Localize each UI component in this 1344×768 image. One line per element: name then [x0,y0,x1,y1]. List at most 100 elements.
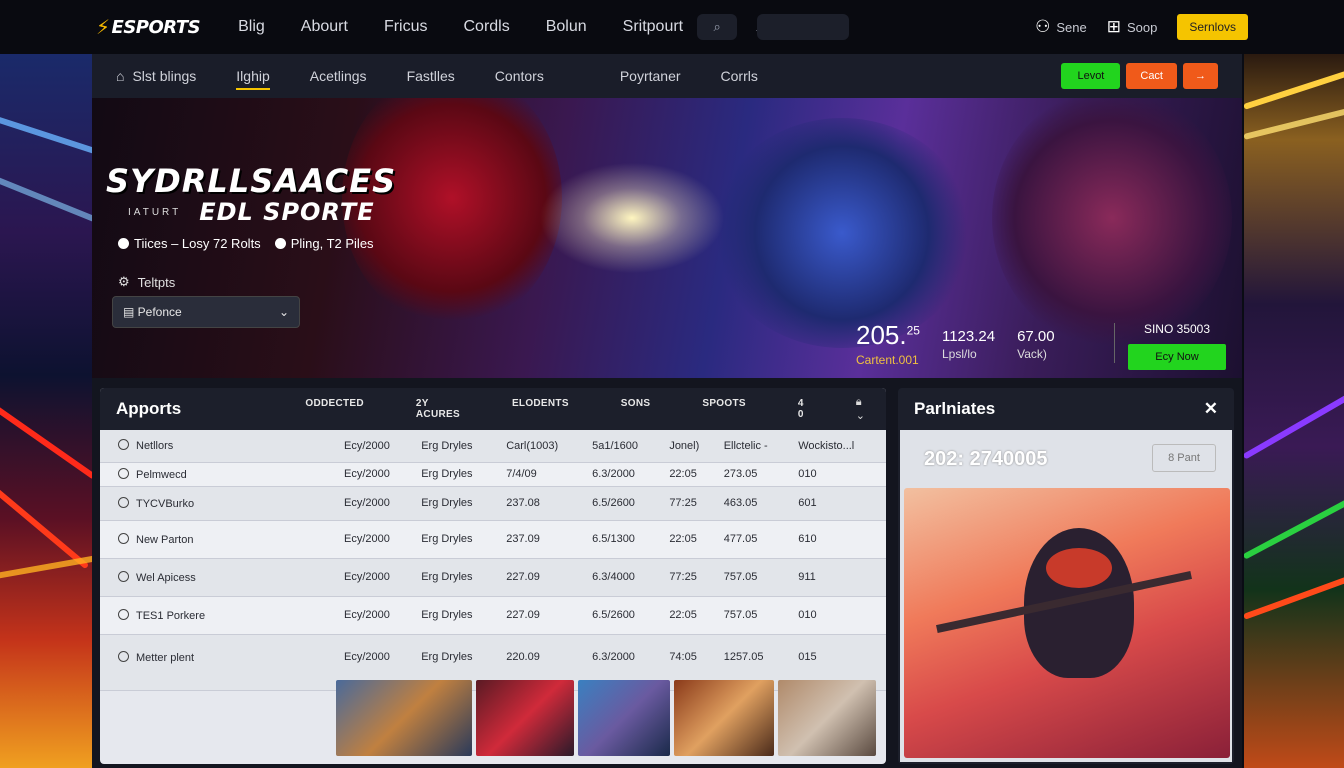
row-name: Netllors [100,430,340,462]
hero-cta-caption: SINO 35003 [1143,322,1211,336]
cell: Erg Dryles [421,533,473,545]
chevron-down-icon: ⌄ [278,305,289,319]
subnav-orange-button[interactable]: Cact [1126,63,1177,89]
row-icon [118,532,129,544]
row-icon [118,570,129,582]
hero-art-blue-figure [712,118,972,348]
tab-3[interactable]: Fastlles [407,68,455,84]
right-panel-button[interactable]: 8 Pant [1152,444,1216,472]
cell: 77:25 [669,571,697,583]
right-panel: Parlniates ✕ 202: 2740005 8 Pant [898,388,1234,764]
thumbnail[interactable] [674,680,774,756]
table-row[interactable]: New Parton Ecy/2000 Erg Dryles 237.09 6.5/13… [100,520,886,558]
cell: Erg Dryles [421,468,473,480]
column-header[interactable]: 4 0 [798,398,804,420]
cell: 273.05 [723,468,758,480]
hero-art-purple-figure [992,98,1232,348]
row-icon [118,608,129,620]
tab-home[interactable]: ⌂ Slst blings [116,68,196,84]
apports-table-panel: Apports ODDECTED 2Y ACURES ELODENTS SONS… [100,388,886,764]
search-button[interactable]: ⌕ [697,14,738,40]
subnav-arrow-button[interactable]: → [1183,63,1218,89]
column-header[interactable]: SPOOTS [702,398,745,420]
buy-now-button[interactable]: Ecy Now [1128,344,1226,370]
thumbnail[interactable] [476,680,574,756]
cell: Ecy/2000 [344,609,390,621]
table-row[interactable]: TES1 Porkere Ecy/2000 Erg Dryles 227.09 6.5/… [100,596,886,634]
nav-item-6[interactable]: Sritpourt [623,18,683,36]
column-header[interactable]: ELODENTS [512,398,569,420]
featured-artwork [904,488,1230,758]
nav-item-2[interactable]: Abourt [301,18,348,36]
hero-select[interactable]: ▤ Pefonce ⌄ [112,296,300,328]
close-icon[interactable]: ✕ [1204,399,1218,419]
tab-5[interactable]: Poyrtaner [620,68,681,84]
top-cta-button[interactable]: Sernlovs [1177,14,1248,40]
tab-6[interactable]: Corrls [721,68,758,84]
tag-icon: ⚙ [118,274,130,289]
table-row[interactable]: Wel Apicess Ecy/2000 Erg Dryles 227.09 6.3/4… [100,558,886,596]
cell: 757.05 [723,571,758,583]
shop-icon: ⊞ [1106,17,1121,36]
row-icon [118,439,129,451]
cell: Ecy/2000 [344,571,390,583]
thumbnail[interactable] [336,680,472,756]
hero-cta: SINO 35003 Ecy Now [1128,322,1226,370]
search-input[interactable] [757,14,850,40]
cell: Erg Dryles [421,439,473,452]
thumbnail[interactable] [578,680,670,756]
hero-tag: ⚙ Teltpts [118,274,176,290]
cell: Erg Dryles [421,609,473,621]
cell: 6.3/4000 [592,571,635,583]
row-name: Metter plent [100,634,340,690]
nav-item-5[interactable]: Bolun [546,18,587,36]
cell: 010 [798,609,817,621]
top-navbar: ⚡ ESPORTS Blig Abourt Fricus Cordls Bolu… [0,0,1344,54]
hero-art-red-figure [342,98,562,328]
cell: 010 [798,468,817,480]
subnav-green-button[interactable]: Levot [1061,63,1121,89]
user-menu[interactable]: ⚇ Sene [1035,17,1087,37]
sub-navbar: ⌂ Slst blings Ilghip Acetlings Fastlles … [92,54,1242,98]
lock-icon[interactable]: 🔒︎ ⌄ [856,396,870,422]
row-name: Wel Apicess [100,558,340,596]
shop-menu[interactable]: ⊞ Soop [1107,17,1158,37]
column-header[interactable]: ODDECTED [305,398,364,420]
column-header[interactable]: SONS [621,398,651,420]
column-header[interactable]: 2Y ACURES [416,398,460,420]
hero-meta-1: Tiices – Losy 72 Rolts [118,236,261,251]
row-icon [118,467,129,479]
cell: 463.05 [723,497,758,509]
cell: 22:05 [669,609,697,621]
thumbnail[interactable] [778,680,876,756]
user-label: Sene [1056,19,1087,35]
brand-logo[interactable]: ⚡ ESPORTS [96,15,201,39]
table-title: Apports [116,399,182,418]
nav-item-3[interactable]: Fricus [384,18,428,36]
cell: Ecy/2000 [344,439,390,452]
tab-4[interactable]: Contors [495,68,544,84]
nav-item-1[interactable]: Blig [238,18,265,36]
hero-subtitle: EDL SPORTE [199,198,375,226]
table-row[interactable]: Pelmwecd Ecy/2000 Erg Dryles 7/4/09 6.3/2000… [100,462,886,486]
home-icon: ⌂ [116,68,125,84]
cell: Jonel) [669,439,700,452]
cell: 610 [798,533,817,545]
left-side-artwork [0,54,100,768]
hero-banner: SYDRLLSAACES IATURT EDL SPORTE Tiices – … [92,98,1242,378]
table-row[interactable]: Netllors Ecy/2000 Erg Dryles Carl(1003) 5a1/… [100,430,886,462]
row-icon [118,650,129,662]
shop-label: Soop [1126,19,1158,35]
cell: Erg Dryles [421,497,473,509]
hero-title: SYDRLLSAACES [106,162,397,200]
cell: 6.3/2000 [592,468,635,480]
row-name: TES1 Porkere [100,596,340,634]
nav-item-4[interactable]: Cordls [464,18,510,36]
lightning-icon: ⚡ [96,15,110,39]
table-row[interactable]: TYCVBurko Ecy/2000 Erg Dryles 237.08 6.5/260… [100,486,886,520]
tab-home-label: Slst blings [132,68,197,84]
cell: Ellctelic - [723,439,768,452]
tab-1[interactable]: Ilghip [236,68,271,90]
right-panel-value: 202: 2740005 [924,448,1048,470]
tab-2[interactable]: Acetlings [310,68,367,84]
